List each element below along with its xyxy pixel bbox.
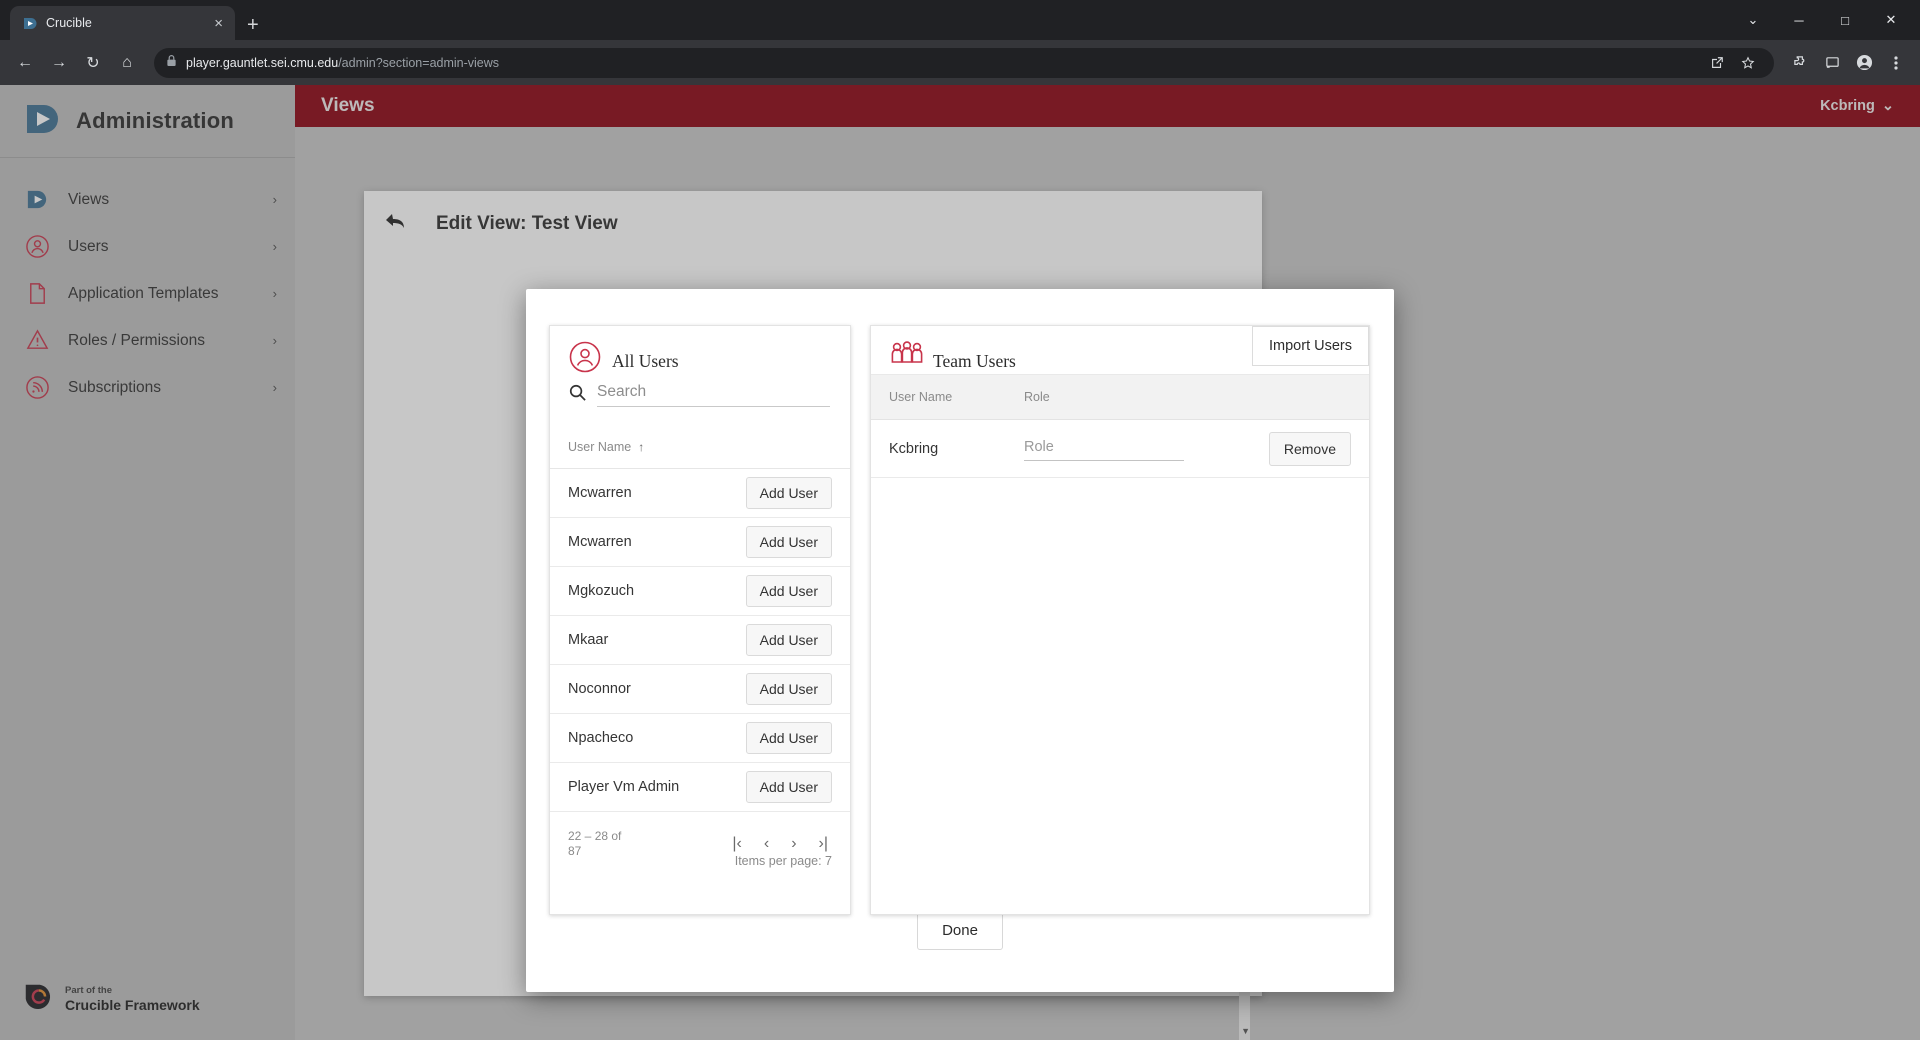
home-icon[interactable]: ⌂ <box>112 48 142 78</box>
profile-icon[interactable] <box>1850 49 1878 77</box>
add-user-button[interactable]: Add User <box>746 575 832 607</box>
all-users-paginator: 22 – 28 of 87 |‹ ‹ › ›| Items per page: … <box>550 812 850 868</box>
team-users-header: Team Users Import Users <box>871 326 1369 374</box>
user-name: Player Vm Admin <box>568 779 746 795</box>
add-user-button[interactable]: Add User <box>746 477 832 509</box>
team-users-column-header: User Name Role <box>871 374 1369 420</box>
table-row: Mkaar Add User <box>550 616 850 665</box>
crucible-logo-icon <box>22 15 38 31</box>
add-user-button[interactable]: Add User <box>746 673 832 705</box>
dialog-footer: Done <box>526 911 1394 992</box>
address-bar-actions <box>1703 49 1762 77</box>
sort-ascending-icon: ↑ <box>638 440 644 454</box>
add-user-button[interactable]: Add User <box>746 771 832 803</box>
close-window-icon[interactable]: ✕ <box>1868 3 1914 37</box>
all-users-header: All Users <box>550 326 850 374</box>
table-row: Mcwarren Add User <box>550 469 850 518</box>
sort-user-name-header[interactable]: User Name ↑ <box>568 440 644 454</box>
browser-tab-crucible[interactable]: Crucible × <box>10 6 235 40</box>
all-users-column-header: User Name ↑ <box>550 425 850 469</box>
search-input[interactable] <box>597 380 830 407</box>
extensions-icon[interactable] <box>1786 49 1814 77</box>
all-users-title: All Users <box>612 351 679 374</box>
role-input[interactable] <box>1024 437 1184 461</box>
last-page-button[interactable]: ›| <box>819 835 828 853</box>
lock-icon <box>166 54 177 72</box>
maximize-icon[interactable]: □ <box>1822 3 1868 37</box>
column-label: User Name <box>568 440 631 454</box>
new-tab-button[interactable]: + <box>247 15 259 35</box>
previous-page-button[interactable]: ‹ <box>764 835 769 853</box>
address-bar-path: /admin?section=admin-views <box>338 56 499 70</box>
browser-window: Crucible × + ⌄ ─ □ ✕ ← → ↻ ⌂ player.gaun… <box>0 0 1920 1040</box>
next-page-button[interactable]: › <box>791 835 796 853</box>
done-button[interactable]: Done <box>917 911 1003 950</box>
import-users-button[interactable]: Import Users <box>1252 326 1369 366</box>
team-users-dialog: All Users User Name ↑ <box>526 289 1394 992</box>
paginator-range: 22 – 28 of 87 <box>568 829 638 859</box>
remove-user-button[interactable]: Remove <box>1269 432 1351 466</box>
browser-tab-title: Crucible <box>46 16 202 30</box>
table-row: Mcwarren Add User <box>550 518 850 567</box>
address-bar-host: player.gauntlet.sei.cmu.edu <box>186 56 338 70</box>
search-icon <box>568 383 587 407</box>
user-circle-icon <box>568 340 602 374</box>
first-page-button[interactable]: |‹ <box>732 835 741 853</box>
cast-icon[interactable] <box>1818 49 1846 77</box>
table-row: Noconnor Add User <box>550 665 850 714</box>
tab-strip: Crucible × + ⌄ ─ □ ✕ <box>0 0 1920 40</box>
dialog-body: All Users User Name ↑ <box>526 289 1394 911</box>
page-content: Administration Views › <box>0 85 1920 1040</box>
window-controls: ⌄ ─ □ ✕ <box>1730 0 1914 40</box>
address-bar[interactable]: player.gauntlet.sei.cmu.edu/admin?sectio… <box>154 48 1774 78</box>
user-name: Npacheco <box>568 730 746 746</box>
table-row: Kcbring Remove <box>871 420 1369 478</box>
close-icon[interactable]: × <box>210 14 227 33</box>
table-row: Npacheco Add User <box>550 714 850 763</box>
chevron-down-icon[interactable]: ⌄ <box>1730 3 1776 37</box>
paginator-buttons: |‹ ‹ › ›| <box>732 835 828 853</box>
bookmark-star-icon[interactable] <box>1734 49 1762 77</box>
reload-icon[interactable]: ↻ <box>78 48 108 78</box>
add-user-button[interactable]: Add User <box>746 526 832 558</box>
user-name: Mkaar <box>568 632 746 648</box>
user-name: Noconnor <box>568 681 746 697</box>
table-row: Player Vm Admin Add User <box>550 763 850 812</box>
add-user-button[interactable]: Add User <box>746 624 832 656</box>
team-users-title: Team Users <box>933 351 1016 374</box>
more-menu-icon[interactable] <box>1882 49 1910 77</box>
user-name: Mcwarren <box>568 534 746 550</box>
share-icon[interactable] <box>1703 49 1731 77</box>
browser-toolbar: ← → ↻ ⌂ player.gauntlet.sei.cmu.edu/admi… <box>0 40 1920 85</box>
minimize-icon[interactable]: ─ <box>1776 3 1822 37</box>
column-label-role: Role <box>1024 390 1050 404</box>
team-group-icon <box>889 340 923 374</box>
all-users-panel: All Users User Name ↑ <box>549 325 851 915</box>
items-per-page-label: Items per page: 7 <box>735 854 832 868</box>
add-user-button[interactable]: Add User <box>746 722 832 754</box>
table-row: Mgkozuch Add User <box>550 567 850 616</box>
user-name: Mcwarren <box>568 485 746 501</box>
address-bar-url: player.gauntlet.sei.cmu.edu/admin?sectio… <box>186 56 499 70</box>
column-label-user-name: User Name <box>889 390 1024 404</box>
back-icon[interactable]: ← <box>10 48 40 78</box>
all-users-search-row <box>550 374 850 407</box>
user-name: Mgkozuch <box>568 583 746 599</box>
team-users-panel: Team Users Import Users User Name Role K… <box>870 325 1370 915</box>
team-user-name: Kcbring <box>889 441 1024 457</box>
forward-icon[interactable]: → <box>44 48 74 78</box>
